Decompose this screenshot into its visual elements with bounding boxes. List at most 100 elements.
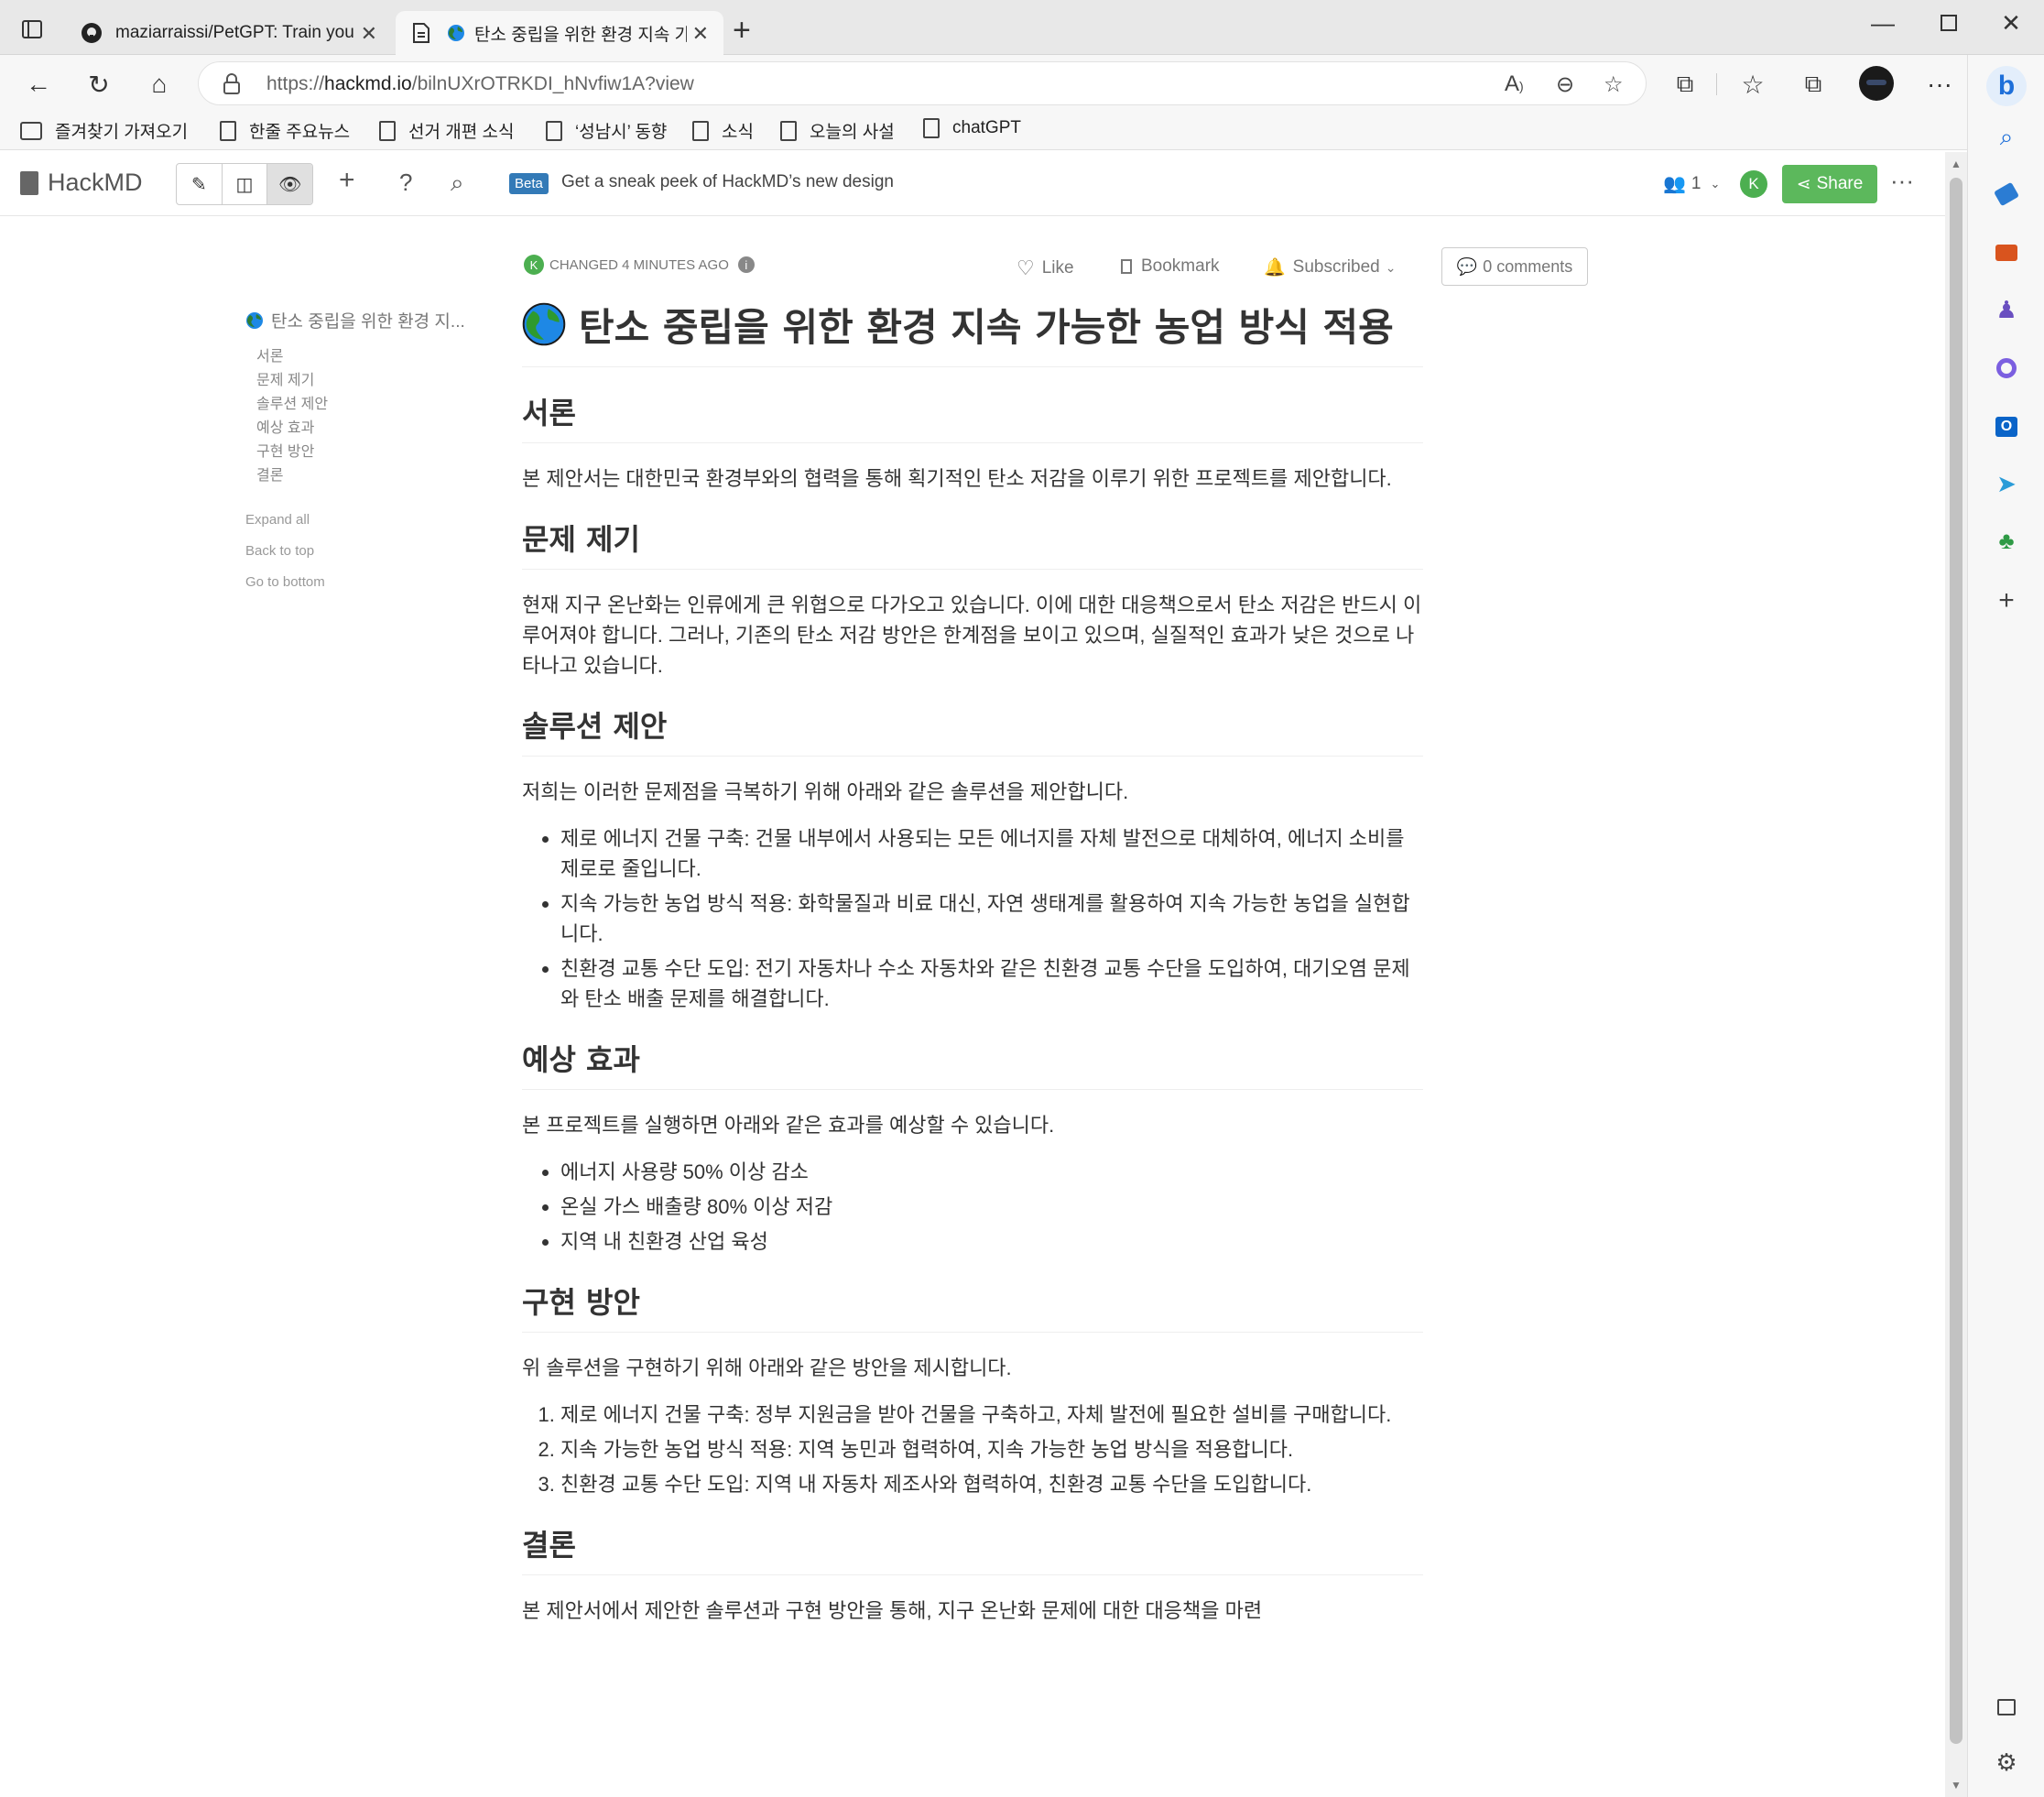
toc-item-intro[interactable]: 서론 (256, 343, 484, 365)
toc-item-problem[interactable]: 문제 제기 (256, 367, 484, 388)
author-avatar[interactable]: K (524, 255, 544, 275)
paragraph-effect: 본 프로젝트를 실행하면 아래와 같은 효과를 예상할 수 있습니다. (522, 1114, 1055, 1137)
new-tab-button[interactable]: + (733, 13, 751, 49)
scroll-up-arrow[interactable]: ▲ (1951, 158, 1962, 170)
tab-hackmd-active[interactable]: 탄소 중립을 위한 환경 지속 가 ✕ (396, 11, 723, 55)
view-mode-group: ✎ ◫ 👁 (176, 163, 313, 205)
add-favorite-icon[interactable]: ☆ (1604, 71, 1624, 98)
minimize-icon[interactable]: — (1865, 9, 1901, 38)
comment-icon: 💬 (1456, 256, 1478, 276)
bookmark-item[interactable]: 한줄 주요뉴스 (220, 118, 350, 143)
read-aloud-icon[interactable]: A) (1505, 71, 1524, 97)
share-icon: ⋖ (1796, 174, 1811, 194)
toc-item-effect[interactable]: 예상 효과 (256, 415, 484, 436)
close-tab-icon[interactable]: ✕ (354, 22, 377, 46)
share-label: Share (1816, 174, 1864, 193)
share-button[interactable]: ⋖ Share (1782, 165, 1877, 203)
list-item: 제로 에너지 건물 구축: 건물 내부에서 사용되는 모든 에너지를 자체 발전… (560, 823, 1423, 884)
lock-icon[interactable] (223, 73, 241, 100)
outlook-icon[interactable]: O (1992, 412, 2021, 441)
heading-conclusion: 결론 (522, 1525, 1423, 1575)
settings-gear-icon[interactable]: ⚙ (1992, 1748, 2021, 1777)
bookmark-import-favorites[interactable]: 즐겨찾기 가져오기 (20, 118, 188, 143)
bookmark-label: Bookmark (1141, 256, 1220, 276)
page-scrollbar[interactable]: ▲ ▼ (1945, 152, 1967, 1797)
bookmark-item[interactable]: 오늘의 사설 (780, 118, 895, 143)
edit-mode-button[interactable]: ✎ (177, 164, 223, 204)
toc-item-solution[interactable]: 솔루션 제안 (256, 391, 484, 412)
scroll-down-arrow[interactable]: ▼ (1951, 1779, 1962, 1792)
heading-effect: 예상 효과 (522, 1040, 1423, 1090)
toc-title[interactable]: 탄소 중립을 위한 환경 지... (245, 308, 484, 332)
hackmd-logo[interactable]: HackMD (20, 169, 143, 197)
tab-label: 탄소 중립을 위한 환경 지속 가 (474, 25, 691, 45)
games-icon[interactable]: ♟ (1992, 295, 2021, 324)
search-icon[interactable]: ⌕ (451, 169, 464, 198)
page-icon (780, 120, 797, 141)
close-tab-icon[interactable]: ✕ (686, 22, 709, 46)
tools-icon[interactable] (1992, 238, 2021, 267)
tab-label: maziarraissi/PetGPT: Train your o (115, 23, 375, 42)
list-item: 에너지 사용량 50% 이상 감소 (560, 1157, 1423, 1187)
help-icon[interactable]: ? (399, 169, 412, 197)
maximize-icon[interactable] (1930, 15, 1967, 31)
bookmark-item[interactable]: 선거 개편 소식 (379, 118, 514, 143)
beta-badge: Beta (509, 173, 549, 194)
changed-timestamp: CHANGED 4 MINUTES AGO (549, 256, 729, 273)
bing-chat-icon[interactable]: b (1986, 66, 2027, 106)
toc-item-implementation[interactable]: 구현 방안 (256, 439, 484, 460)
collections-icon[interactable]: ⧉ (1795, 66, 1832, 103)
bookmark-item[interactable]: 소식 (692, 118, 754, 143)
split-mode-button[interactable]: ◫ (223, 164, 268, 204)
bookmark-label: 즐겨찾기 가져오기 (55, 123, 189, 142)
view-mode-button[interactable]: 👁 (267, 164, 312, 204)
paragraph-problem: 현재 지구 온난화는 인류에게 큰 위협으로 다가오고 있습니다. 이에 대한 … (522, 594, 1422, 677)
tab-petgpt[interactable]: maziarraissi/PetGPT: Train your o ✕ (66, 11, 392, 55)
url-input[interactable]: https://hackmd.io/bilnUXrOTRKDI_hNvfiw1A… (198, 61, 1647, 105)
document-title: 탄소 중립을 위한 환경 지속 가능한 농업 방식 적용 (522, 302, 1423, 367)
chevron-down-icon: ⌄ (1385, 259, 1397, 275)
new-design-link[interactable]: Get a sneak peek of HackMD’s new design (561, 172, 894, 192)
user-avatar[interactable]: K (1740, 170, 1767, 198)
online-users-dropdown[interactable]: 👥 1 ⌄ (1663, 172, 1720, 195)
search-icon[interactable]: ⌕ (1992, 123, 2021, 152)
zoom-out-icon[interactable]: ⊖ (1556, 71, 1574, 98)
tree-icon[interactable]: ♣ (1992, 526, 2021, 555)
bookmark-item[interactable]: ‘성남시’ 동향 (546, 118, 667, 143)
send-icon[interactable]: ➤ (1992, 469, 2021, 498)
solution-list: 제로 에너지 건물 구축: 건물 내부에서 사용되는 모든 에너지를 자체 발전… (560, 823, 1423, 1014)
back-to-top-link[interactable]: Back to top (245, 543, 484, 560)
new-note-icon[interactable]: + (339, 165, 355, 196)
subscribed-dropdown[interactable]: 🔔 Subscribed ⌄ (1264, 256, 1396, 278)
hide-sidebar-icon[interactable] (1992, 1693, 2021, 1722)
go-to-bottom-link[interactable]: Go to bottom (245, 574, 484, 591)
bookmark-item[interactable]: chatGPT (923, 118, 1021, 138)
bookmark-label: ‘성남시’ 동향 (575, 123, 668, 142)
more-menu-icon[interactable]: ··· (1921, 66, 1958, 103)
expand-all-link[interactable]: Expand all (245, 512, 484, 528)
list-item: 친환경 교통 수단 도입: 지역 내 자동차 제조사와 협력하여, 친환경 교통… (560, 1469, 1423, 1499)
globe-icon (445, 22, 467, 44)
profile-avatar[interactable] (1859, 66, 1894, 101)
refresh-icon[interactable]: ↻ (81, 66, 117, 103)
microsoft365-icon[interactable] (1992, 354, 2021, 383)
like-button[interactable]: ♡ Like (1017, 256, 1074, 280)
page-icon (692, 120, 709, 141)
toc-item-conclusion[interactable]: 결론 (256, 463, 484, 484)
close-window-icon[interactable]: ✕ (1993, 9, 2029, 38)
back-icon[interactable]: ← (20, 66, 57, 103)
comments-button[interactable]: 💬 0 comments (1441, 247, 1588, 286)
home-icon[interactable]: ⌂ (141, 66, 178, 103)
implementation-list: 제로 에너지 건물 구축: 정부 지원금을 받아 건물을 구축하고, 자체 발전… (560, 1399, 1423, 1499)
scrollbar-thumb[interactable] (1950, 178, 1962, 1744)
more-options-icon[interactable]: ··· (1890, 167, 1914, 195)
extensions-icon[interactable]: ⧉ (1667, 66, 1703, 103)
add-sidebar-icon[interactable]: + (1992, 585, 2021, 615)
favorites-icon[interactable]: ☆ (1734, 66, 1771, 103)
bookmark-button[interactable]: Bookmark (1121, 256, 1220, 277)
info-icon[interactable]: i (737, 256, 755, 273)
tab-actions-icon[interactable] (22, 20, 42, 38)
bookmark-label: chatGPT (952, 118, 1021, 137)
shopping-icon[interactable] (1992, 180, 2021, 209)
bookmarks-bar: 즐겨찾기 가져오기 한줄 주요뉴스 선거 개편 소식 ‘성남시’ 동향 소식 오… (0, 112, 1967, 150)
